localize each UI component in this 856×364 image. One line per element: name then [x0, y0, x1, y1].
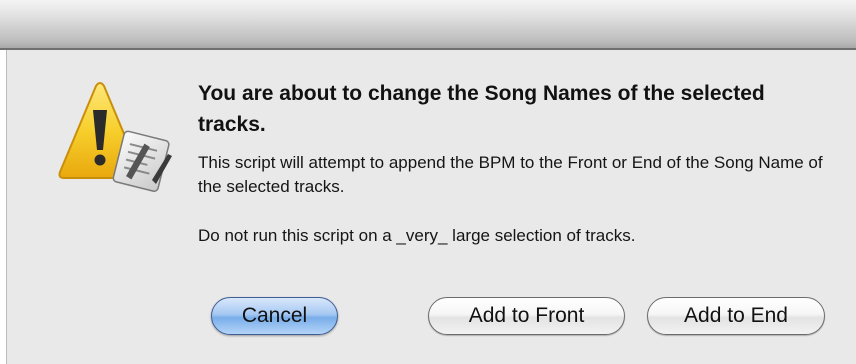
add-to-end-button[interactable]: Add to End: [647, 297, 825, 335]
add-to-front-button[interactable]: Add to Front: [428, 297, 625, 335]
alert-message: This script will attempt to append the B…: [198, 153, 823, 196]
alert-window: You are about to change the Song Names o…: [0, 0, 856, 364]
alert-warning-message: Do not run this script on a _very_ large…: [198, 226, 636, 245]
caution-script-icon: [58, 82, 172, 192]
cancel-button[interactable]: Cancel: [211, 297, 338, 335]
title-bar[interactable]: [0, 0, 856, 48]
alert-heading: You are about to change the Song Names o…: [198, 82, 765, 136]
